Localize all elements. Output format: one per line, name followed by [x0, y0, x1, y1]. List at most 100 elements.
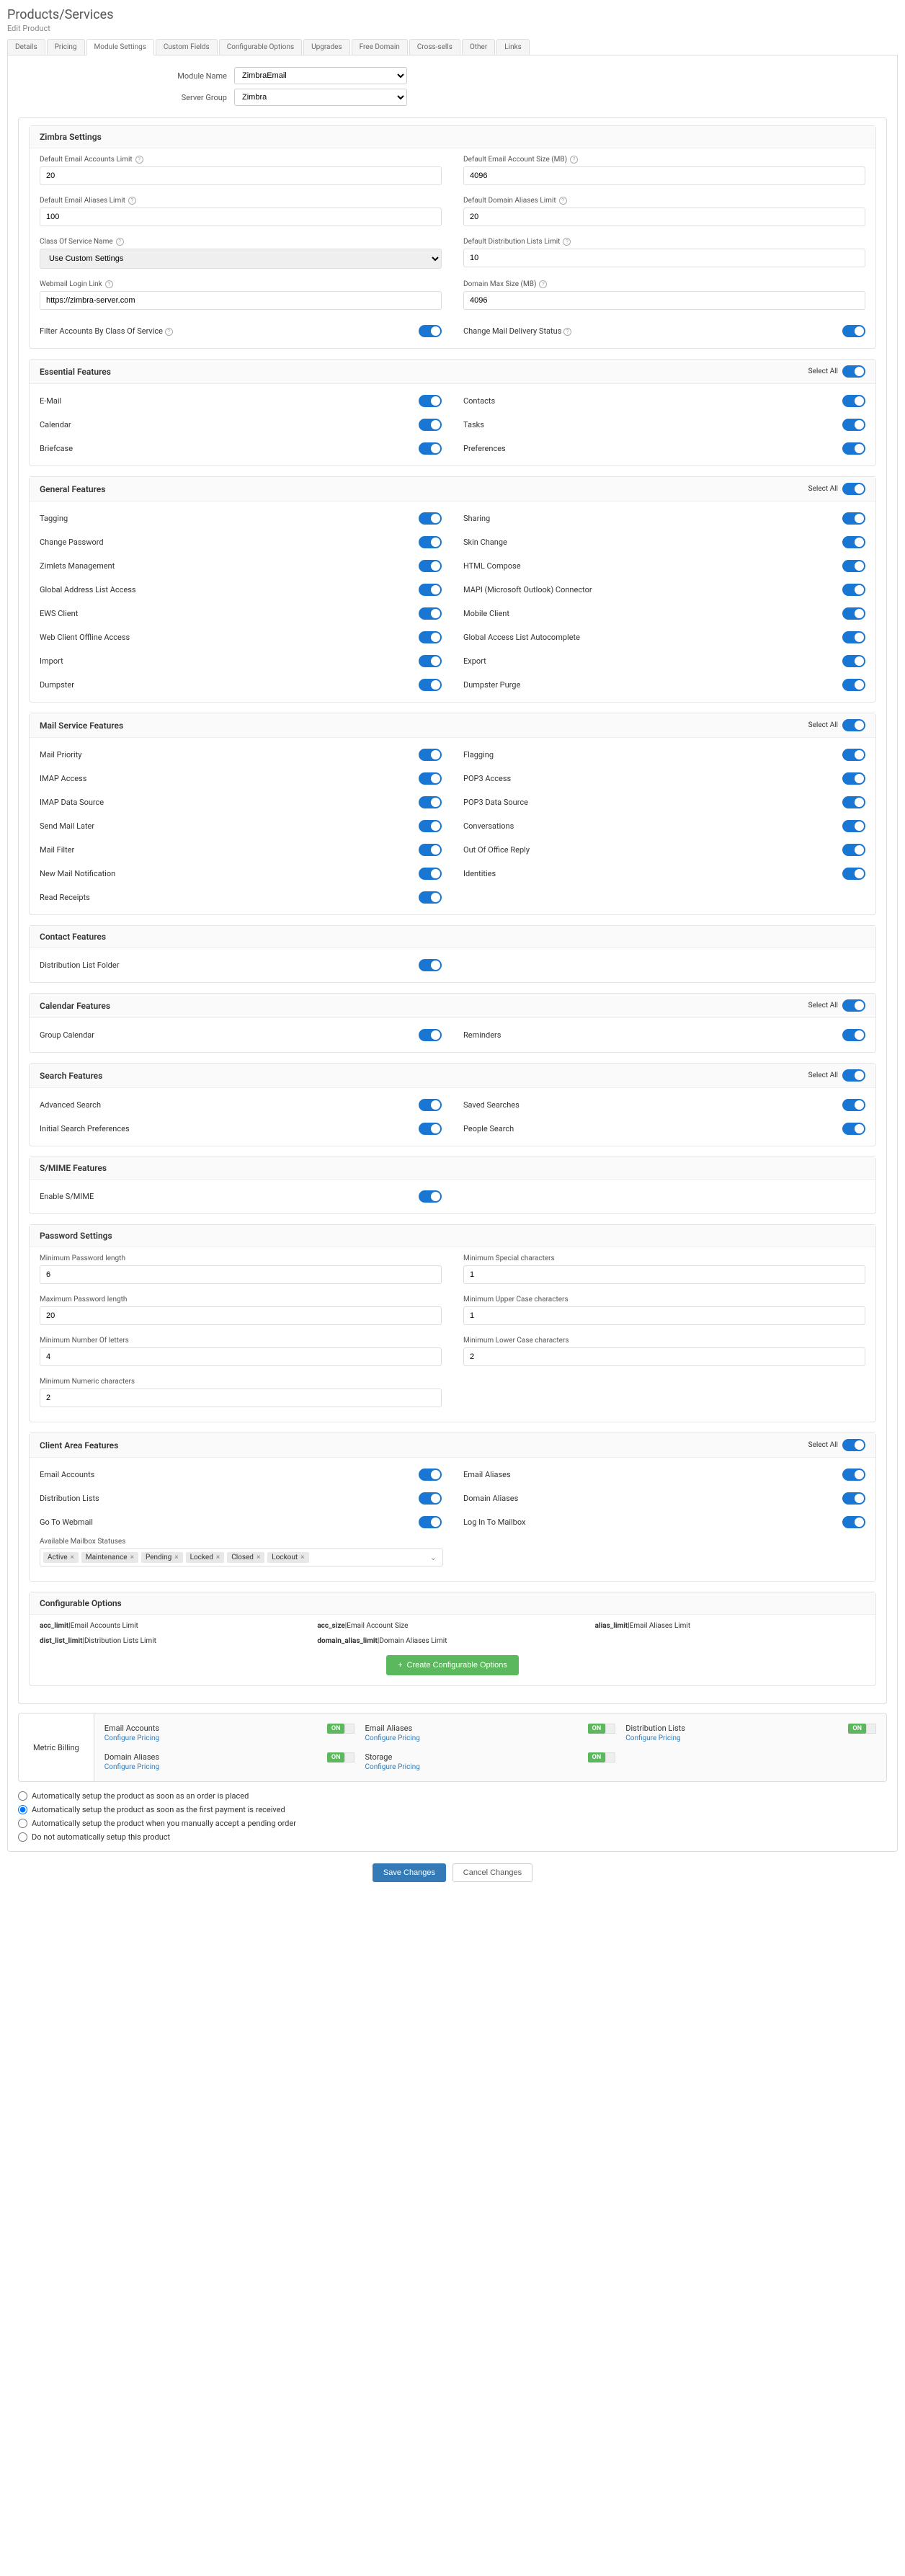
feature-toggle[interactable]	[842, 442, 865, 455]
feature-toggle[interactable]	[842, 796, 865, 808]
feature-toggle[interactable]	[842, 419, 865, 431]
status-chip[interactable]: Maintenance ×	[81, 1552, 138, 1563]
feature-toggle[interactable]	[419, 868, 442, 880]
zimbra-field-input[interactable]: Use Custom Settings	[40, 249, 442, 269]
select-all-toggle[interactable]	[842, 719, 865, 731]
feature-toggle[interactable]	[842, 749, 865, 761]
feature-toggle[interactable]	[419, 584, 442, 596]
select-all-toggle[interactable]	[842, 1069, 865, 1082]
cancel-button[interactable]: Cancel Changes	[452, 1863, 532, 1882]
feature-toggle[interactable]	[842, 512, 865, 525]
setup-radio-option[interactable]: Do not automatically setup this product	[18, 1830, 887, 1844]
create-configurable-options-button[interactable]: + Create Configurable Options	[386, 1655, 519, 1675]
help-icon[interactable]: ?	[135, 156, 143, 164]
configure-pricing-link[interactable]: Configure Pricing	[365, 1763, 419, 1771]
help-icon[interactable]: ?	[128, 197, 136, 205]
tab-pricing[interactable]: Pricing	[47, 39, 85, 55]
feature-toggle[interactable]	[419, 679, 442, 691]
status-chip[interactable]: Closed ×	[227, 1552, 264, 1563]
feature-toggle[interactable]	[842, 1516, 865, 1528]
feature-toggle[interactable]	[419, 1123, 442, 1135]
feature-toggle[interactable]	[842, 1123, 865, 1135]
password-field-input[interactable]	[40, 1347, 442, 1366]
close-icon[interactable]: ×	[174, 1554, 178, 1561]
help-icon[interactable]: ?	[563, 328, 571, 336]
feature-toggle[interactable]	[419, 607, 442, 620]
help-icon[interactable]: ?	[570, 156, 578, 164]
feature-toggle[interactable]	[419, 631, 442, 643]
tab-links[interactable]: Links	[496, 39, 530, 55]
feature-toggle[interactable]	[419, 820, 442, 832]
feature-toggle[interactable]	[419, 512, 442, 525]
tab-module-settings[interactable]: Module Settings	[86, 39, 154, 55]
close-icon[interactable]: ×	[130, 1554, 134, 1561]
zimbra-field-input[interactable]	[463, 166, 865, 185]
feature-toggle[interactable]	[842, 584, 865, 596]
close-icon[interactable]: ×	[300, 1554, 304, 1561]
help-icon[interactable]: ?	[165, 328, 173, 336]
metric-toggle[interactable]	[344, 1724, 355, 1734]
password-field-input[interactable]	[463, 1265, 865, 1284]
select-all-toggle[interactable]	[842, 483, 865, 495]
feature-toggle[interactable]	[419, 772, 442, 785]
toggle[interactable]	[419, 325, 442, 337]
feature-toggle[interactable]	[419, 655, 442, 667]
help-icon[interactable]: ?	[116, 238, 124, 246]
password-field-input[interactable]	[463, 1347, 865, 1366]
configure-pricing-link[interactable]: Configure Pricing	[365, 1734, 419, 1742]
tab-details[interactable]: Details	[7, 39, 45, 55]
client-area-select-all-toggle[interactable]	[842, 1439, 865, 1451]
server-group-select[interactable]: Zimbra	[234, 89, 407, 106]
feature-toggle[interactable]	[842, 607, 865, 620]
password-field-input[interactable]	[40, 1306, 442, 1325]
status-chip[interactable]: Lockout ×	[267, 1552, 308, 1563]
select-all-toggle[interactable]	[842, 999, 865, 1012]
help-icon[interactable]: ?	[559, 197, 567, 205]
metric-toggle[interactable]	[344, 1752, 355, 1762]
feature-toggle[interactable]	[842, 1099, 865, 1111]
feature-toggle[interactable]	[419, 959, 442, 971]
save-button[interactable]: Save Changes	[373, 1863, 446, 1882]
feature-toggle[interactable]	[419, 560, 442, 572]
close-icon[interactable]: ×	[257, 1554, 260, 1561]
zimbra-field-input[interactable]	[463, 249, 865, 267]
feature-toggle[interactable]	[842, 772, 865, 785]
configure-pricing-link[interactable]: Configure Pricing	[104, 1734, 159, 1742]
configure-pricing-link[interactable]: Configure Pricing	[625, 1734, 680, 1742]
feature-toggle[interactable]	[419, 1190, 442, 1203]
metric-toggle[interactable]	[605, 1752, 615, 1762]
status-chip[interactable]: Active ×	[43, 1552, 79, 1563]
feature-toggle[interactable]	[419, 1029, 442, 1041]
status-chip[interactable]: Pending ×	[141, 1552, 183, 1563]
feature-toggle[interactable]	[842, 1029, 865, 1041]
zimbra-field-input[interactable]	[463, 208, 865, 226]
close-icon[interactable]: ×	[216, 1554, 220, 1561]
password-field-input[interactable]	[40, 1265, 442, 1284]
zimbra-field-input[interactable]	[40, 166, 442, 185]
metric-toggle[interactable]	[605, 1724, 615, 1734]
zimbra-field-input[interactable]	[40, 291, 442, 310]
tab-cross-sells[interactable]: Cross-sells	[409, 39, 460, 55]
password-field-input[interactable]	[40, 1389, 442, 1407]
feature-toggle[interactable]	[842, 844, 865, 856]
status-chip[interactable]: Locked ×	[186, 1552, 225, 1563]
feature-toggle[interactable]	[419, 419, 442, 431]
metric-toggle[interactable]	[866, 1724, 876, 1734]
feature-toggle[interactable]	[419, 1516, 442, 1528]
setup-radio-option[interactable]: Automatically setup the product when you…	[18, 1817, 887, 1830]
help-icon[interactable]: ?	[539, 280, 547, 288]
select-all-toggle[interactable]	[842, 365, 865, 378]
feature-toggle[interactable]	[842, 1492, 865, 1505]
feature-toggle[interactable]	[842, 560, 865, 572]
close-icon[interactable]: ×	[71, 1554, 74, 1561]
feature-toggle[interactable]	[419, 749, 442, 761]
setup-radio-option[interactable]: Automatically setup the product as soon …	[18, 1789, 887, 1803]
feature-toggle[interactable]	[842, 655, 865, 667]
feature-toggle[interactable]	[419, 536, 442, 548]
tab-configurable-options[interactable]: Configurable Options	[219, 39, 302, 55]
toggle[interactable]	[842, 325, 865, 337]
tab-custom-fields[interactable]: Custom Fields	[156, 39, 218, 55]
feature-toggle[interactable]	[419, 891, 442, 904]
help-icon[interactable]: ?	[563, 238, 571, 246]
feature-toggle[interactable]	[842, 631, 865, 643]
